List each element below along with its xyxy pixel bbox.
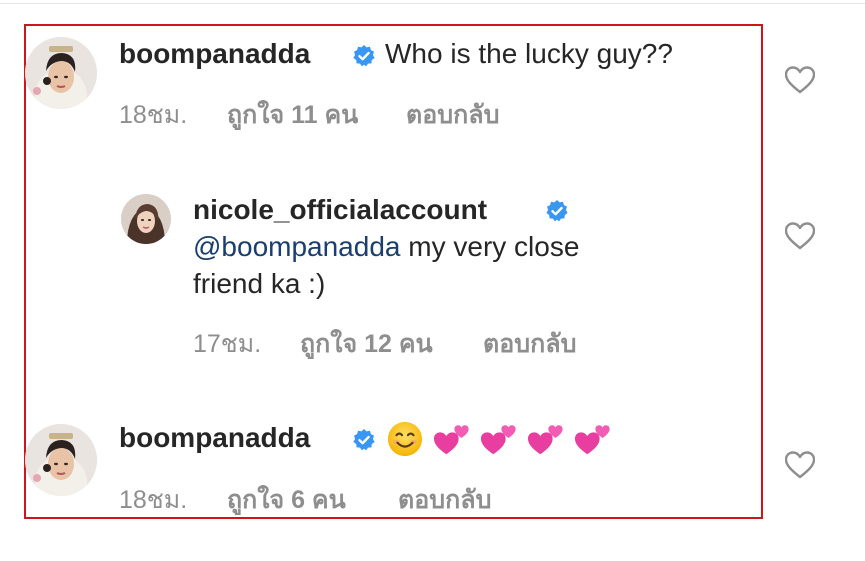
verified-badge-icon <box>353 429 375 451</box>
avatar[interactable] <box>121 194 171 244</box>
comments-screen: boompanadda Who is the lucky guy?? 18ชม.… <box>0 0 865 561</box>
two-hearts-emoji <box>527 425 563 455</box>
reply-button[interactable]: ตอบกลับ <box>398 480 491 520</box>
smiling-face-emoji <box>387 421 423 457</box>
comment-time: 18ชม. <box>119 101 188 129</box>
verified-badge-icon <box>353 45 375 67</box>
comment-text-line-2: friend ka :) <box>193 268 326 299</box>
two-hearts-emoji <box>433 425 469 455</box>
two-hearts-emoji <box>574 425 610 455</box>
comment-text: my very close <box>400 231 580 262</box>
heart-outline-icon[interactable] <box>785 451 815 479</box>
two-hearts-emoji <box>480 425 516 455</box>
comment-text-line-1: @boompanadda my very close <box>193 231 579 263</box>
comment-time: 18ชม. <box>119 486 188 514</box>
reply-button[interactable]: ตอบกลับ <box>406 95 499 135</box>
reply-button[interactable]: ตอบกลับ <box>483 324 576 364</box>
mention-link[interactable]: @boompanadda <box>193 231 400 262</box>
likes-count-link[interactable]: ถูกใจ 11 คน <box>227 95 358 135</box>
likes-count-link[interactable]: ถูกใจ 12 คน <box>300 324 433 364</box>
username[interactable]: nicole_officialaccount <box>193 194 487 226</box>
divider <box>0 3 865 4</box>
avatar[interactable] <box>25 424 97 496</box>
likes-count-link[interactable]: ถูกใจ 6 คน <box>227 480 346 520</box>
heart-outline-icon[interactable] <box>785 66 815 94</box>
comment-time: 17ชม. <box>193 330 262 358</box>
avatar[interactable] <box>25 37 97 109</box>
comment-text: Who is the lucky guy?? <box>385 38 673 69</box>
verified-badge-icon <box>546 200 568 222</box>
heart-outline-icon[interactable] <box>785 222 815 250</box>
comment-emojis <box>386 420 612 458</box>
username[interactable]: boompanadda <box>119 422 310 454</box>
username[interactable]: boompanadda <box>119 38 310 70</box>
